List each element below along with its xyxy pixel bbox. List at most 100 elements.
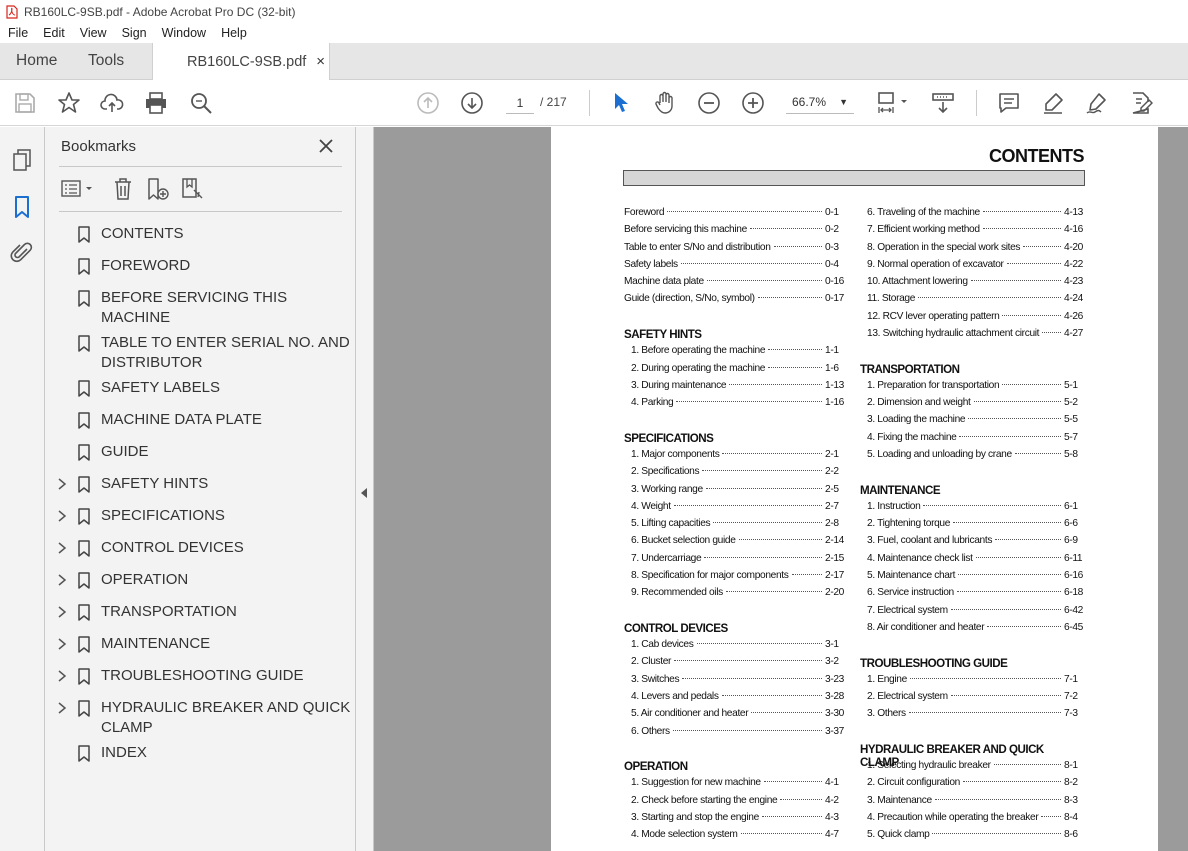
- toc-entry[interactable]: 3. Others 7-3: [860, 708, 1085, 725]
- bookmark-item[interactable]: MACHINE DATA PLATE: [45, 405, 356, 437]
- chevron-right-icon[interactable]: [57, 638, 67, 650]
- toc-entry[interactable]: 12. RCV lever operating pattern 4-26: [860, 311, 1085, 328]
- toc-entry[interactable]: 2. Tightening torque 6-6: [860, 518, 1085, 535]
- zoom-in-icon[interactable]: [741, 91, 765, 115]
- toc-entry[interactable]: 1. Engine 7-1: [860, 674, 1085, 691]
- toc-entry[interactable]: 4. Maintenance check list 6-11: [860, 553, 1085, 570]
- menu-help[interactable]: Help: [213, 26, 254, 40]
- toc-entry[interactable]: 5. Loading and unloading by crane 5-8: [860, 449, 1085, 466]
- toc-entry[interactable]: 11. Storage 4-24: [860, 293, 1085, 310]
- scroll-mode-icon[interactable]: [931, 91, 955, 115]
- chevron-right-icon[interactable]: [57, 510, 67, 522]
- toc-entry[interactable]: 6. Bucket selection guide 2-14: [624, 535, 846, 552]
- toc-entry[interactable]: 2. During operating the machine 1-6: [624, 363, 846, 380]
- bookmark-item[interactable]: SAFETY LABELS: [45, 373, 356, 405]
- edit-pdf-icon[interactable]: [1129, 91, 1153, 115]
- save-icon[interactable]: [13, 91, 37, 115]
- toc-entry[interactable]: 6. Service instruction 6-18: [860, 587, 1085, 604]
- chevron-right-icon[interactable]: [57, 702, 67, 714]
- collapse-arrow-icon[interactable]: [361, 488, 367, 498]
- tab-document[interactable]: RB160LC-9SB.pdf ×: [152, 43, 330, 80]
- toc-entry[interactable]: 7. Undercarriage 2-15: [624, 553, 846, 570]
- bookmark-search-icon[interactable]: [180, 177, 204, 201]
- document-canvas[interactable]: CONTENTS Foreword 0-1 Before servicing thi…: [374, 127, 1188, 851]
- toc-entry[interactable]: 1. Cab devices 3-1: [624, 639, 846, 656]
- toc-entry[interactable]: 10. Attachment lowering 4-23: [860, 276, 1085, 293]
- bookmark-item[interactable]: CONTROL DEVICES: [45, 533, 356, 565]
- toc-entry[interactable]: 3. Working range 2-5: [624, 484, 846, 501]
- delete-bookmark-icon[interactable]: [111, 177, 135, 201]
- hand-tool-icon[interactable]: [653, 91, 677, 115]
- menu-window[interactable]: Window: [154, 26, 213, 40]
- toc-entry[interactable]: 8. Operation in the special work sites 4-…: [860, 242, 1085, 259]
- toc-entry[interactable]: 5. Air conditioner and heater 3-30: [624, 708, 846, 725]
- toc-entry[interactable]: 3. Fuel, coolant and lubricants 6-9: [860, 535, 1085, 552]
- highlight-pen-icon[interactable]: [1041, 91, 1065, 115]
- toc-entry[interactable]: 3. Starting and stop the engine 4-3: [624, 812, 846, 829]
- chevron-right-icon[interactable]: [57, 606, 67, 618]
- toc-entry[interactable]: 1. Suggestion for new machine 4-1: [624, 777, 846, 794]
- upload-cloud-icon[interactable]: [100, 91, 124, 115]
- toc-entry[interactable]: 3. Maintenance 8-3: [860, 795, 1085, 812]
- panel-splitter[interactable]: [356, 127, 374, 851]
- bookmark-item[interactable]: OPERATION: [45, 565, 356, 597]
- toc-entry[interactable]: 7. Efficient working method 4-16: [860, 224, 1085, 241]
- toc-entry[interactable]: 8. Specification for major components 2-1…: [624, 570, 846, 587]
- close-icon[interactable]: [317, 137, 335, 155]
- toc-entry[interactable]: Machine data plate 0-16: [624, 276, 846, 293]
- toc-entry[interactable]: 6. Others 3-37: [624, 726, 846, 743]
- star-icon[interactable]: [57, 91, 81, 115]
- bookmark-item[interactable]: BEFORE SERVICING THIS MACHINE: [45, 283, 356, 328]
- toc-entry[interactable]: 4. Parking 1-16: [624, 397, 846, 414]
- attachment-icon[interactable]: [10, 241, 34, 265]
- close-tab-icon[interactable]: ×: [316, 53, 325, 70]
- tab-tools[interactable]: Tools: [70, 43, 152, 79]
- toc-entry[interactable]: Guide (direction, S/No, symbol) 0-17: [624, 293, 846, 310]
- bookmark-item[interactable]: TROUBLESHOOTING GUIDE: [45, 661, 356, 693]
- toc-entry[interactable]: Table to enter S/No and distribution 0-3: [624, 242, 846, 259]
- bookmark-panel-icon[interactable]: [10, 195, 34, 219]
- menu-view[interactable]: View: [72, 26, 114, 40]
- comment-icon[interactable]: [997, 91, 1021, 115]
- page-number-input[interactable]: [506, 92, 534, 114]
- toc-entry[interactable]: Before servicing this machine 0-2: [624, 224, 846, 241]
- bookmark-item[interactable]: SAFETY HINTS: [45, 469, 356, 501]
- chevron-right-icon[interactable]: [57, 542, 67, 554]
- previous-page-icon[interactable]: [416, 91, 440, 115]
- new-bookmark-icon[interactable]: [145, 177, 169, 201]
- bookmark-item[interactable]: CONTENTS: [45, 219, 356, 251]
- print-icon[interactable]: [144, 91, 168, 115]
- toc-entry[interactable]: 4. Precaution while operating the breake…: [860, 812, 1085, 829]
- bookmark-item[interactable]: TRANSPORTATION: [45, 597, 356, 629]
- toc-entry[interactable]: 6. Traveling of the machine 4-13: [860, 207, 1085, 224]
- toc-entry[interactable]: 4. Weight 2-7: [624, 501, 846, 518]
- toc-entry[interactable]: Safety labels 0-4: [624, 259, 846, 276]
- toc-entry[interactable]: Foreword 0-1: [624, 207, 846, 224]
- toc-entry[interactable]: 2. Electrical system 7-2: [860, 691, 1085, 708]
- toc-entry[interactable]: 9. Normal operation of excavator 4-22: [860, 259, 1085, 276]
- bookmark-item[interactable]: MAINTENANCE: [45, 629, 356, 661]
- toc-entry[interactable]: 2. Cluster 3-2: [624, 656, 846, 673]
- toc-entry[interactable]: 3. Loading the machine 5-5: [860, 414, 1085, 431]
- zoom-out-icon[interactable]: [697, 91, 721, 115]
- toc-entry[interactable]: 2. Check before starting the engine 4-2: [624, 795, 846, 812]
- toc-entry[interactable]: 5. Maintenance chart 6-16: [860, 570, 1085, 587]
- toc-entry[interactable]: 13. Switching hydraulic attachment circu…: [860, 328, 1085, 345]
- toc-entry[interactable]: 3. Switches 3-23: [624, 674, 846, 691]
- toc-entry[interactable]: 1. Before operating the machine 1-1: [624, 345, 846, 362]
- toc-entry[interactable]: 5. Lifting capacities 2-8: [624, 518, 846, 535]
- tab-home[interactable]: Home: [0, 43, 70, 79]
- toc-entry[interactable]: 5. Quick clamp 8-6: [860, 829, 1085, 846]
- chevron-right-icon[interactable]: [57, 574, 67, 586]
- chevron-right-icon[interactable]: [57, 670, 67, 682]
- toc-entry[interactable]: 1. Preparation for transportation 5-1: [860, 380, 1085, 397]
- bookmark-options-icon[interactable]: [61, 177, 95, 201]
- bookmark-item[interactable]: TABLE TO ENTER SERIAL NO. AND DISTRIBUTO…: [45, 328, 356, 373]
- toc-entry[interactable]: 2. Circuit configuration 8-2: [860, 777, 1085, 794]
- toc-entry[interactable]: 9. Recommended oils 2-20: [624, 587, 846, 604]
- toc-entry[interactable]: 1. Instruction 6-1: [860, 501, 1085, 518]
- search-icon[interactable]: [189, 91, 213, 115]
- zoom-select[interactable]: 66.7% ▼: [786, 92, 854, 114]
- bookmark-item[interactable]: FOREWORD: [45, 251, 356, 283]
- toc-entry[interactable]: 4. Fixing the machine 5-7: [860, 432, 1085, 449]
